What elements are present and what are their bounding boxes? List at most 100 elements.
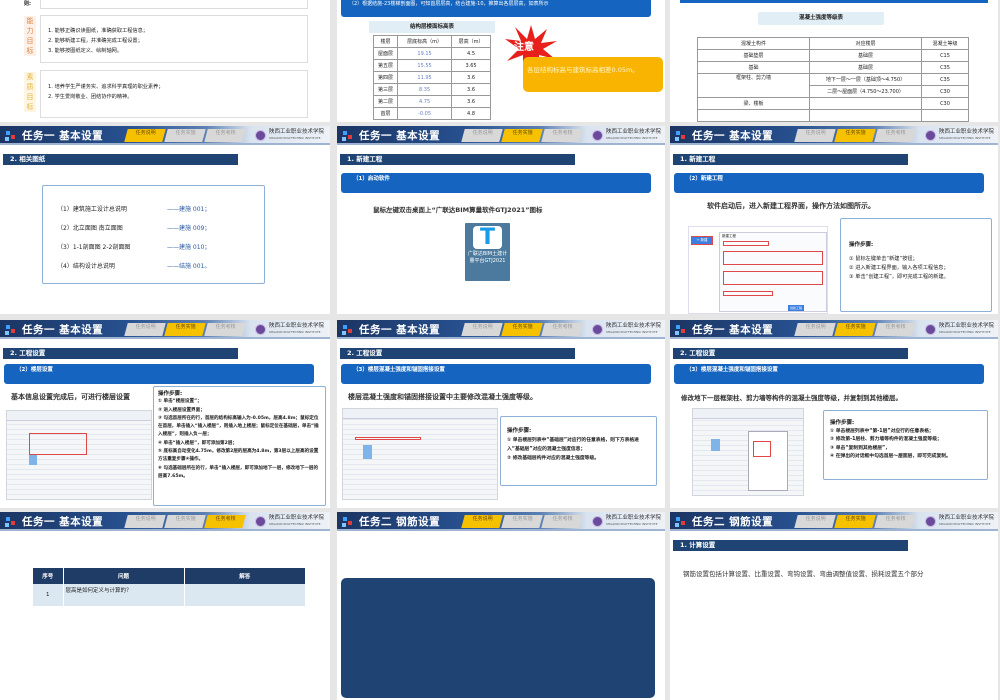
col-header: 混凝土构件 — [697, 37, 810, 50]
cell: 4.8 — [451, 107, 491, 120]
tab-task-implementation[interactable]: 任务实施 — [164, 323, 206, 336]
section-bar: 1. 新建工程 — [340, 154, 575, 165]
tab-task-assessment[interactable]: 任务考核 — [874, 129, 916, 142]
logo-squares-icon — [343, 325, 347, 329]
tab-task-implementation[interactable]: 任务实施 — [164, 515, 206, 528]
tab-task-implementation[interactable]: 任务实施 — [501, 129, 543, 142]
tab-task-implementation[interactable]: 任务实施 — [834, 323, 876, 336]
tab-task-assessment[interactable]: 任务考核 — [541, 129, 583, 142]
steps-title: 操作步骤: — [849, 242, 874, 248]
instruction-text: 钢筋设置包括计算设置、比重设置、弯钩设置、弯曲调整值设置、损耗设置五个部分 — [683, 570, 924, 578]
tab-task-implementation[interactable]: 任务实施 — [164, 129, 206, 142]
slide-header: 任务一 基本设置 任务说明 任务实施 任务考核 陕西工业职业技术学院 SHAANXI … — [0, 126, 330, 145]
ability-goal-box: 1. 能够正确识读图纸，准确获取工程信息； 2. 能够新建工程，并准确完成工程设… — [40, 15, 308, 63]
tab-task-assessment[interactable]: 任务考核 — [204, 129, 246, 142]
tab-task-description[interactable]: 任务说明 — [461, 323, 503, 336]
step: ③ 勾选首层所在的行，首层的结构标高输入为-0.05m，层高4.8m；鼠标定位在… — [158, 415, 319, 438]
step: ③ 单击“创建工程”，即可完成工程的新建。 — [849, 274, 949, 280]
school-logo-icon — [925, 516, 936, 527]
ability-item: 2. 能够新建工程，并准确完成工程设置； — [48, 38, 143, 44]
slide-new-project[interactable]: 任务一 基本设置 任务说明 任务实施 任务考核 陕西工业职业技术学院 SHAANXI … — [670, 126, 998, 314]
cell: 二层～屋面层（4.750～23.700） — [809, 85, 922, 98]
instruction-text: 修改地下一层框架柱、剪力墙等构件的混凝土强度等级，并复制到其他楼层。 — [681, 394, 902, 402]
cell: 4.75 — [397, 95, 453, 108]
step: ② 修改第-1层柱、剪力墙等构件的混凝土强度等级； — [830, 437, 942, 442]
step: ① 鼠标左键单击“新建”按钮； — [849, 256, 918, 262]
tab-task-implementation[interactable]: 任务实施 — [834, 129, 876, 142]
dialog-title: 新建工程 — [722, 234, 736, 238]
table-row: 1 层高是如何定义与计算的？ — [33, 584, 305, 606]
slide-header: 任务一 基本设置 任务说明 任务实施 任务考核 陕西工业职业技术学院 SHAANXI … — [670, 320, 998, 339]
table-title: 混凝土强度等级表 — [758, 12, 884, 25]
col-header: 楼层 — [372, 35, 399, 48]
table-header-row: 序号 问题 解答 — [33, 568, 305, 584]
tab-task-assessment[interactable]: 任务考核 — [541, 515, 583, 528]
slide-concrete-strength[interactable]: 任务一 基本设置 任务说明 任务实施 任务考核 陕西工业职业技术学院 SHAANXI … — [337, 320, 665, 508]
col-header: 对应楼层 — [809, 37, 922, 50]
task-title: 任务一 基本设置 — [22, 324, 104, 336]
cell: -0.05 — [397, 107, 453, 120]
slide-floor-elevation-table[interactable]: （2）根据结施-23楼梯剖面图，可知首层层高，结合建施-10，推算出各层层高，如… — [337, 0, 665, 122]
task-title: 任务一 基本设置 — [22, 130, 104, 142]
tab-task-description[interactable]: 任务说明 — [461, 515, 503, 528]
section-bar: 2. 工程设置 — [3, 348, 238, 359]
tab-task-description[interactable]: 任务说明 — [794, 323, 836, 336]
tab-task-description[interactable]: 任务说明 — [794, 129, 836, 142]
table-row: 框架柱、剪力墙 地下一层～一层（基础顶～4.750） C35 — [697, 73, 969, 98]
step: ④ 在弹出的对话框中勾选首层～屋面层，即可完成复制。 — [830, 454, 951, 459]
tab-task-description[interactable]: 任务说明 — [794, 515, 836, 528]
slide-learning-goals[interactable]: 则: 能力目标 1. 能够正确识读图纸，准确获取工程信息； 2. 能够新建工程，… — [0, 0, 330, 122]
slide-rebar-task-description[interactable]: 任务二 钢筋设置 任务说明 任务实施 任务考核 陕西工业职业技术学院 SHAANXI … — [337, 512, 665, 700]
cell: 基础层 — [809, 61, 922, 74]
col-header: 混凝土等级 — [921, 37, 969, 50]
steps-box: 操作步骤: ① 鼠标左键单击“新建”按钮； ② 进入新建工程界面，输入各项工程信… — [840, 218, 992, 312]
cell: 第五层 — [372, 59, 399, 72]
cell: 第二层 — [372, 95, 399, 108]
concrete-grade-table: 混凝土构件 对应楼层 混凝土等级 基础垫层 基础层 C15 基础 基础层 C35 框架柱、剪… — [697, 37, 969, 122]
tab-task-description[interactable]: 任务说明 — [124, 515, 166, 528]
tab-task-assessment[interactable]: 任务考核 — [874, 323, 916, 336]
drawing-item: （4）结构设计总说明 ——结施 001。 — [57, 263, 211, 270]
tab-task-implementation[interactable]: 任务实施 — [501, 323, 543, 336]
school-name: 陕西工业职业技术学院 SHAANXI POLYTECHNIC INSTITUTE — [269, 515, 325, 526]
tab-task-description[interactable]: 任务说明 — [461, 129, 503, 142]
slide-assessment[interactable]: 任务一 基本设置 任务说明 任务实施 任务考核 陕西工业职业技术学院 SHAANXI … — [0, 512, 330, 700]
subsection-bar: （2）楼层设置 — [4, 364, 314, 384]
school-name: 陕西工业职业技术学院 SHAANXI POLYTECHNIC INSTITUTE — [269, 129, 325, 140]
tab-task-implementation[interactable]: 任务实施 — [501, 515, 543, 528]
tab-task-assessment[interactable]: 任务考核 — [874, 515, 916, 528]
cell: 19.15 — [397, 47, 453, 60]
tab-task-assessment[interactable]: 任务考核 — [204, 323, 246, 336]
cell: 基础 — [697, 61, 810, 74]
school-logo-icon — [255, 130, 266, 141]
slide-concrete-grade-table[interactable]: 混凝土强度等级表 混凝土构件 对应楼层 混凝土等级 基础垫层 基础层 C15 基础 基础层… — [670, 0, 998, 122]
step: ① 单击“楼层设置”； — [158, 399, 202, 405]
tab-task-implementation[interactable]: 任务实施 — [834, 515, 876, 528]
subsection-bar: （1）启动软件 — [341, 173, 651, 193]
logo-squares-icon — [6, 325, 10, 329]
gtj-desktop-icon[interactable]: T 广联达BIM土建计量平台GTJ2021 — [465, 223, 510, 281]
instruction-text: 基本信息设置完成后，可进行楼层设置 — [11, 393, 130, 401]
slide-copy-to-floors[interactable]: 任务一 基本设置 任务说明 任务实施 任务考核 陕西工业职业技术学院 SHAANXI … — [670, 320, 998, 508]
tab-task-description[interactable]: 任务说明 — [124, 323, 166, 336]
quality-item: 2. 学生爱岗敬业、团结协作的精神。 — [48, 94, 133, 100]
slide-related-drawings[interactable]: 任务一 基本设置 任务说明 任务实施 任务考核 陕西工业职业技术学院 SHAANXI … — [0, 126, 330, 314]
slide-rebar-calc-settings[interactable]: 任务二 钢筋设置 任务说明 任务实施 任务考核 陕西工业职业技术学院 SHAANXI … — [670, 512, 998, 700]
slide-launch-software[interactable]: 任务一 基本设置 任务说明 任务实施 任务考核 陕西工业职业技术学院 SHAANXI … — [337, 126, 665, 314]
table-header-row: 混凝土构件 对应楼层 混凝土等级 — [697, 37, 969, 50]
tab-task-assessment[interactable]: 任务考核 — [541, 323, 583, 336]
cell: 4.5 — [451, 47, 491, 60]
quality-item: 1. 培养学生严谨务实、追求科学真理的职业素养； — [48, 84, 164, 90]
school-name: 陕西工业职业技术学院 SHAANXI POLYTECHNIC INSTITUTE — [606, 515, 662, 526]
steps-box: 操作步骤: ① 单击“楼层设置”； ② 进入楼层设置界面； ③ 勾选首层所在的行… — [153, 386, 326, 506]
banner: （2）根据结施-23楼梯剖面图，可知首层层高，结合建施-10，推算出各层层高，如… — [341, 0, 651, 17]
copy-floors-screenshot — [692, 408, 804, 496]
concrete-settings-screenshot — [342, 408, 498, 500]
slide-floor-settings[interactable]: 任务一 基本设置 任务说明 任务实施 任务考核 陕西工业职业技术学院 SHAANXI … — [0, 320, 330, 508]
logo-squares-icon — [343, 517, 347, 521]
tab-task-description[interactable]: 任务说明 — [124, 129, 166, 142]
new-button: + 新建 — [691, 236, 713, 245]
tab-task-assessment[interactable]: 任务考核 — [204, 515, 246, 528]
cell: C15 — [921, 49, 969, 62]
logo-squares-icon — [676, 325, 680, 329]
